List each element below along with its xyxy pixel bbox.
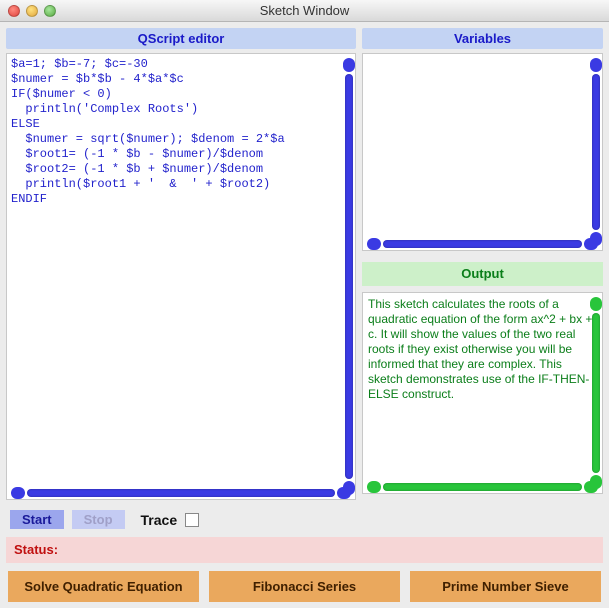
fibonacci-button[interactable]: Fibonacci Series [209,571,400,602]
solve-quadratic-button[interactable]: Solve Quadratic Equation [8,571,199,602]
status-bar: Status: [6,537,603,563]
start-button[interactable]: Start [10,510,64,529]
editor-header: QScript editor [6,28,356,49]
editor-v-scrollbar[interactable] [343,58,355,495]
trace-label: Trace [141,512,178,528]
output-v-scrollbar[interactable] [590,297,602,489]
minimize-icon[interactable] [26,5,38,17]
window-titlebar: Sketch Window [0,0,609,22]
window-title: Sketch Window [0,3,609,18]
trace-checkbox[interactable] [185,513,199,527]
output-header: Output [362,262,603,286]
output-panel: This sketch calculates the roots of a qu… [362,292,603,494]
output-h-scrollbar[interactable] [367,481,598,493]
editor-h-scrollbar[interactable] [11,487,351,499]
status-label: Status: [14,542,58,557]
stop-button: Stop [72,510,125,529]
variables-v-scrollbar[interactable] [590,58,602,246]
prime-sieve-button[interactable]: Prime Number Sieve [410,571,601,602]
variables-header: Variables [362,28,603,49]
maximize-icon[interactable] [44,5,56,17]
variables-h-scrollbar[interactable] [367,238,598,250]
editor-textarea[interactable]: $a=1; $b=-7; $c=-30 $numer = $b*$b - 4*$… [6,53,356,500]
close-icon[interactable] [8,5,20,17]
output-text: This sketch calculates the roots of a qu… [368,297,592,401]
variables-panel [362,53,603,251]
editor-code: $a=1; $b=-7; $c=-30 $numer = $b*$b - 4*$… [11,57,285,206]
traffic-lights [8,5,56,17]
